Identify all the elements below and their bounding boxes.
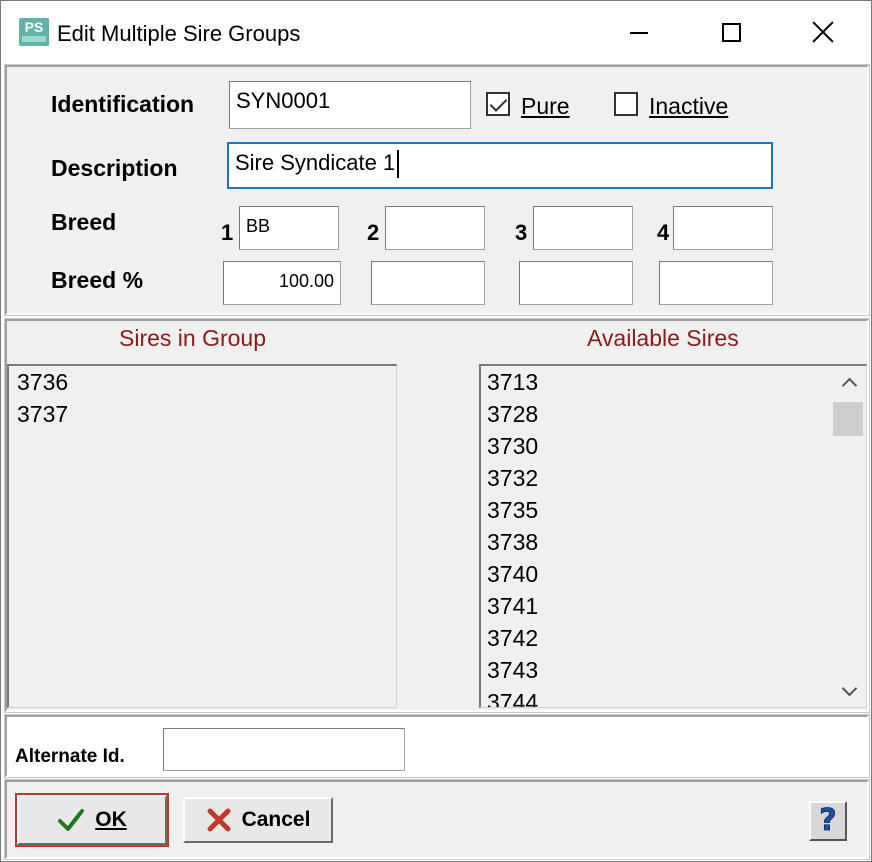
app-icon-text: PS <box>24 19 44 35</box>
identification-input[interactable]: SYN0001 <box>229 81 471 129</box>
svg-text:?: ? <box>819 803 836 835</box>
list-item[interactable]: 3728 <box>481 398 866 430</box>
alternate-id-label: Alternate Id. <box>15 746 125 767</box>
list-item[interactable]: 3740 <box>481 558 866 590</box>
list-item[interactable]: 3713 <box>481 366 866 398</box>
available-sires-list[interactable]: 3713 3728 3730 3732 3735 3738 3740 3741 … <box>479 364 867 708</box>
available-sires-header: Available Sires <box>587 325 739 351</box>
maximize-icon <box>721 22 741 42</box>
minimize-button[interactable] <box>593 1 685 63</box>
close-button[interactable] <box>777 1 869 63</box>
help-button[interactable]: ? <box>809 801 847 841</box>
sires-in-group-list[interactable]: 3736 3737 <box>7 364 397 708</box>
list-item[interactable]: 3741 <box>481 590 866 622</box>
breed-2-input[interactable] <box>385 206 485 250</box>
list-item[interactable]: 3738 <box>481 526 866 558</box>
ok-label: OK <box>95 808 127 831</box>
maximize-button[interactable] <box>685 1 777 63</box>
breed-pct-1-input[interactable]: 100.00 <box>223 261 341 305</box>
breed-number-4: 4 <box>657 220 670 245</box>
list-item[interactable]: 3736 <box>9 366 396 398</box>
breed-3-input[interactable] <box>533 206 633 250</box>
breed-number-2: 2 <box>367 220 380 245</box>
breed-number-1: 1 <box>221 220 234 245</box>
breed-pct-4-input[interactable] <box>659 261 773 305</box>
identification-label: Identification <box>51 91 195 117</box>
window-title: Edit Multiple Sire Groups <box>57 21 301 46</box>
scroll-thumb[interactable] <box>833 402 863 436</box>
alternate-panel <box>4 714 870 778</box>
list-item[interactable]: 3743 <box>481 654 866 686</box>
breed-pct-3-input[interactable] <box>519 261 633 305</box>
pure-label: Pure <box>521 93 570 119</box>
cancel-button[interactable]: Cancel <box>183 797 333 843</box>
list-item[interactable]: 3735 <box>481 494 866 526</box>
breed-pct-label: Breed % <box>51 267 144 293</box>
checkmark-icon <box>57 807 85 833</box>
chevron-up-icon <box>841 377 857 393</box>
scroll-down-button[interactable] <box>832 675 866 707</box>
scroll-up-button[interactable] <box>832 366 866 398</box>
breed-4-input[interactable] <box>673 206 773 250</box>
inactive-checkbox[interactable] <box>614 92 638 116</box>
breed-1-input[interactable]: BB <box>239 206 339 250</box>
breed-pct-2-input[interactable] <box>371 261 485 305</box>
description-input[interactable]: Sire Syndicate 1 <box>227 142 773 189</box>
list-item[interactable]: 3737 <box>9 398 396 430</box>
app-icon: PS <box>19 18 49 46</box>
title-bar: PS Edit Multiple Sire Groups <box>1 1 871 63</box>
inactive-label: Inactive <box>649 93 729 119</box>
description-label: Description <box>51 155 178 181</box>
pure-checkbox[interactable] <box>486 92 510 116</box>
x-icon <box>206 807 232 833</box>
breed-number-3: 3 <box>515 220 528 245</box>
close-icon <box>812 21 834 43</box>
alternate-id-input[interactable] <box>163 728 405 771</box>
available-sires-scrollbar[interactable] <box>832 366 866 707</box>
ok-button[interactable]: OK <box>15 793 169 847</box>
chevron-down-icon <box>841 680 857 696</box>
sires-in-group-header: Sires in Group <box>119 325 267 351</box>
list-item[interactable]: 3732 <box>481 462 866 494</box>
minimize-icon <box>630 32 648 34</box>
question-icon: ? <box>815 802 841 840</box>
breed-label: Breed <box>51 209 117 235</box>
list-item[interactable]: 3730 <box>481 430 866 462</box>
list-item[interactable]: 3742 <box>481 622 866 654</box>
dialog-window: PS Edit Multiple Sire Groups Identificat… <box>0 0 872 862</box>
list-item[interactable]: 3744 <box>481 686 866 707</box>
cancel-label: Cancel <box>241 808 311 831</box>
